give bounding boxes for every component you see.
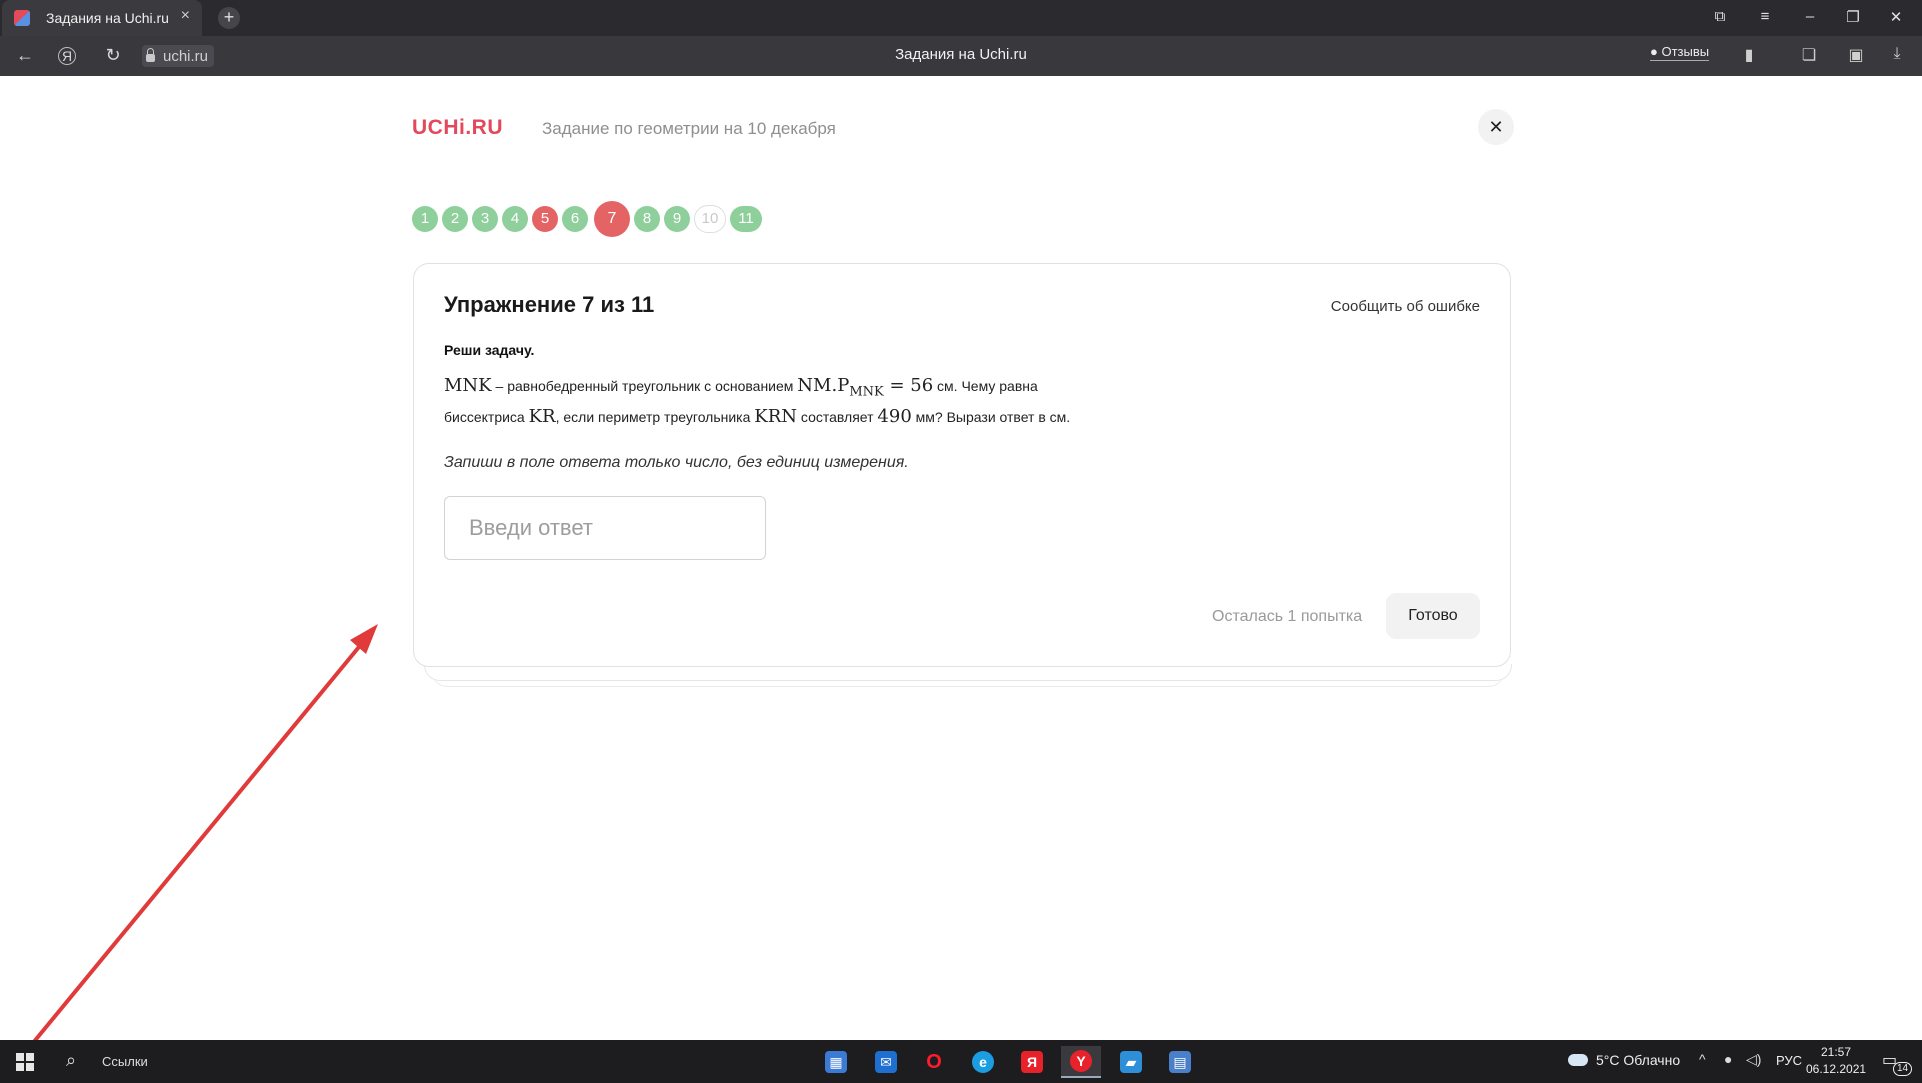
yandex-browser-active-icon[interactable]: Y <box>1061 1046 1101 1078</box>
extensions-icon[interactable]: ▣ <box>1845 45 1867 65</box>
tabs-icon[interactable]: ⧉ <box>1710 8 1730 25</box>
answer-input[interactable] <box>444 496 766 560</box>
task-label: Реши задачу. <box>444 342 535 358</box>
submit-button[interactable]: Готово <box>1386 593 1480 639</box>
math-mnk: MNK <box>444 375 492 396</box>
task-text-part: – равнобедренный треугольник с основание… <box>491 378 798 394</box>
minimize-icon[interactable]: – <box>1800 8 1820 25</box>
page-title-display: Задания на Uchi.ru <box>895 46 1027 63</box>
exercise-card: Упражнение 7 из 11 Сообщить об ошибке Ре… <box>413 263 1511 667</box>
math-krn: KRN <box>754 405 798 427</box>
chat-bubble-icon: ● <box>1650 44 1658 59</box>
downloads-icon[interactable]: ⤓ <box>1886 45 1908 63</box>
uchi-favicon-icon <box>14 10 30 26</box>
attempts-remaining: Осталась 1 попытка <box>1212 608 1363 625</box>
arrow-head <box>350 624 378 654</box>
step-1[interactable]: 1 <box>412 206 438 232</box>
collections-icon[interactable]: ❏ <box>1798 45 1820 65</box>
step-10[interactable]: 10 <box>694 205 726 233</box>
menu-icon[interactable]: ≡ <box>1755 8 1775 25</box>
clock-date: 06.12.2021 <box>1806 1062 1867 1076</box>
tab-close-icon[interactable]: × <box>181 7 190 25</box>
window-close-icon[interactable]: ✕ <box>1886 8 1906 26</box>
store-icon[interactable]: ▦ <box>816 1046 856 1078</box>
math-perimeter: PMNK = 56 <box>837 375 934 400</box>
microphone-icon[interactable]: ● <box>1724 1051 1732 1067</box>
language-indicator[interactable]: РУС <box>1776 1053 1802 1068</box>
math-sub-mnk: MNK <box>849 384 884 400</box>
new-tab-button[interactable]: + <box>218 7 240 29</box>
volume-icon[interactable]: ◁) <box>1746 1051 1761 1068</box>
restore-icon[interactable]: ❐ <box>1843 8 1863 26</box>
step-3[interactable]: 3 <box>472 206 498 232</box>
answer-hint: Запиши в поле ответа только число, без е… <box>444 454 909 471</box>
browser-tab-bar: Задания на Uchi.ru × + ⧉ ≡ – ❐ ✕ <box>0 0 1922 36</box>
math-value-490: 490 <box>877 405 912 427</box>
step-9[interactable]: 9 <box>664 206 690 232</box>
task-text-part: составляет <box>797 408 878 425</box>
opera-icon[interactable]: O <box>914 1046 954 1078</box>
bookmark-icon[interactable]: ▮ <box>1738 45 1760 65</box>
notifications-count: 14 <box>1893 1062 1913 1076</box>
report-error-link[interactable]: Сообщить об ошибке <box>1331 298 1480 315</box>
task-text-part: мм? Вырази ответ в см. <box>911 408 1071 425</box>
math-p: P <box>837 375 850 396</box>
step-7[interactable]: 7 <box>594 201 630 237</box>
browser-tab[interactable]: Задания на Uchi.ru × <box>2 0 202 36</box>
task-text-part: , если периметр треугольника <box>555 408 755 425</box>
uchi-logo[interactable]: UCHi.RU <box>412 116 503 140</box>
exercise-steps: 1 2 3 4 5 6 7 8 9 10 11 <box>412 201 766 237</box>
math-value-56: = 56 <box>883 375 934 396</box>
address-bar: ← Я ↻ uchi.ru Задания на Uchi.ru ● Отзыв… <box>0 36 1922 76</box>
step-8[interactable]: 8 <box>634 206 660 232</box>
windows-taskbar: ⌕ Ссылки ▦ ✉ O e Я Y ▰ ▤ 5°C Облачно ^ ●… <box>0 1040 1922 1083</box>
search-icon[interactable]: ⌕ <box>66 1050 76 1071</box>
edge-icon[interactable]: e <box>963 1046 1003 1078</box>
windows-start-icon[interactable] <box>16 1053 34 1071</box>
chevron-up-icon[interactable]: ^ <box>1699 1051 1706 1067</box>
mail-icon[interactable]: ✉ <box>866 1046 906 1078</box>
math-nm: NM. <box>797 375 838 396</box>
arrow-shaft <box>0 634 370 1083</box>
step-4[interactable]: 4 <box>502 206 528 232</box>
clock[interactable]: 21:57 06.12.2021 <box>1806 1044 1866 1078</box>
step-5[interactable]: 5 <box>532 206 558 232</box>
page-title: Задание по геометрии на 10 декабря <box>542 119 836 138</box>
weather-widget[interactable]: 5°C Облачно <box>1568 1052 1680 1068</box>
task-text-part: см. Чему равна <box>933 378 1038 394</box>
yandex-browser-icon[interactable]: Я <box>1012 1046 1052 1078</box>
task-text: MNK – равнобедренный треугольник с основ… <box>444 374 1204 429</box>
step-2[interactable]: 2 <box>442 206 468 232</box>
math-kr: KR <box>528 405 556 427</box>
calculator-icon[interactable]: ▤ <box>1160 1046 1200 1078</box>
step-6[interactable]: 6 <box>562 206 588 232</box>
app-icon[interactable]: ▰ <box>1111 1046 1151 1078</box>
clock-time: 21:57 <box>1820 1045 1852 1059</box>
task-text-part: биссектриса <box>444 408 529 425</box>
step-11[interactable]: 11 <box>730 206 762 232</box>
weather-text: 5°C Облачно <box>1596 1052 1681 1068</box>
reviews-button[interactable]: ● Отзывы <box>1650 44 1710 61</box>
exercise-title: Упражнение 7 из 11 <box>444 292 655 317</box>
reviews-label: Отзывы <box>1661 44 1710 59</box>
search-label[interactable]: Ссылки <box>102 1054 148 1069</box>
cloud-icon <box>1568 1054 1588 1066</box>
close-button[interactable]: ✕ <box>1478 109 1514 145</box>
tab-title: Задания на Uchi.ru <box>46 10 169 26</box>
